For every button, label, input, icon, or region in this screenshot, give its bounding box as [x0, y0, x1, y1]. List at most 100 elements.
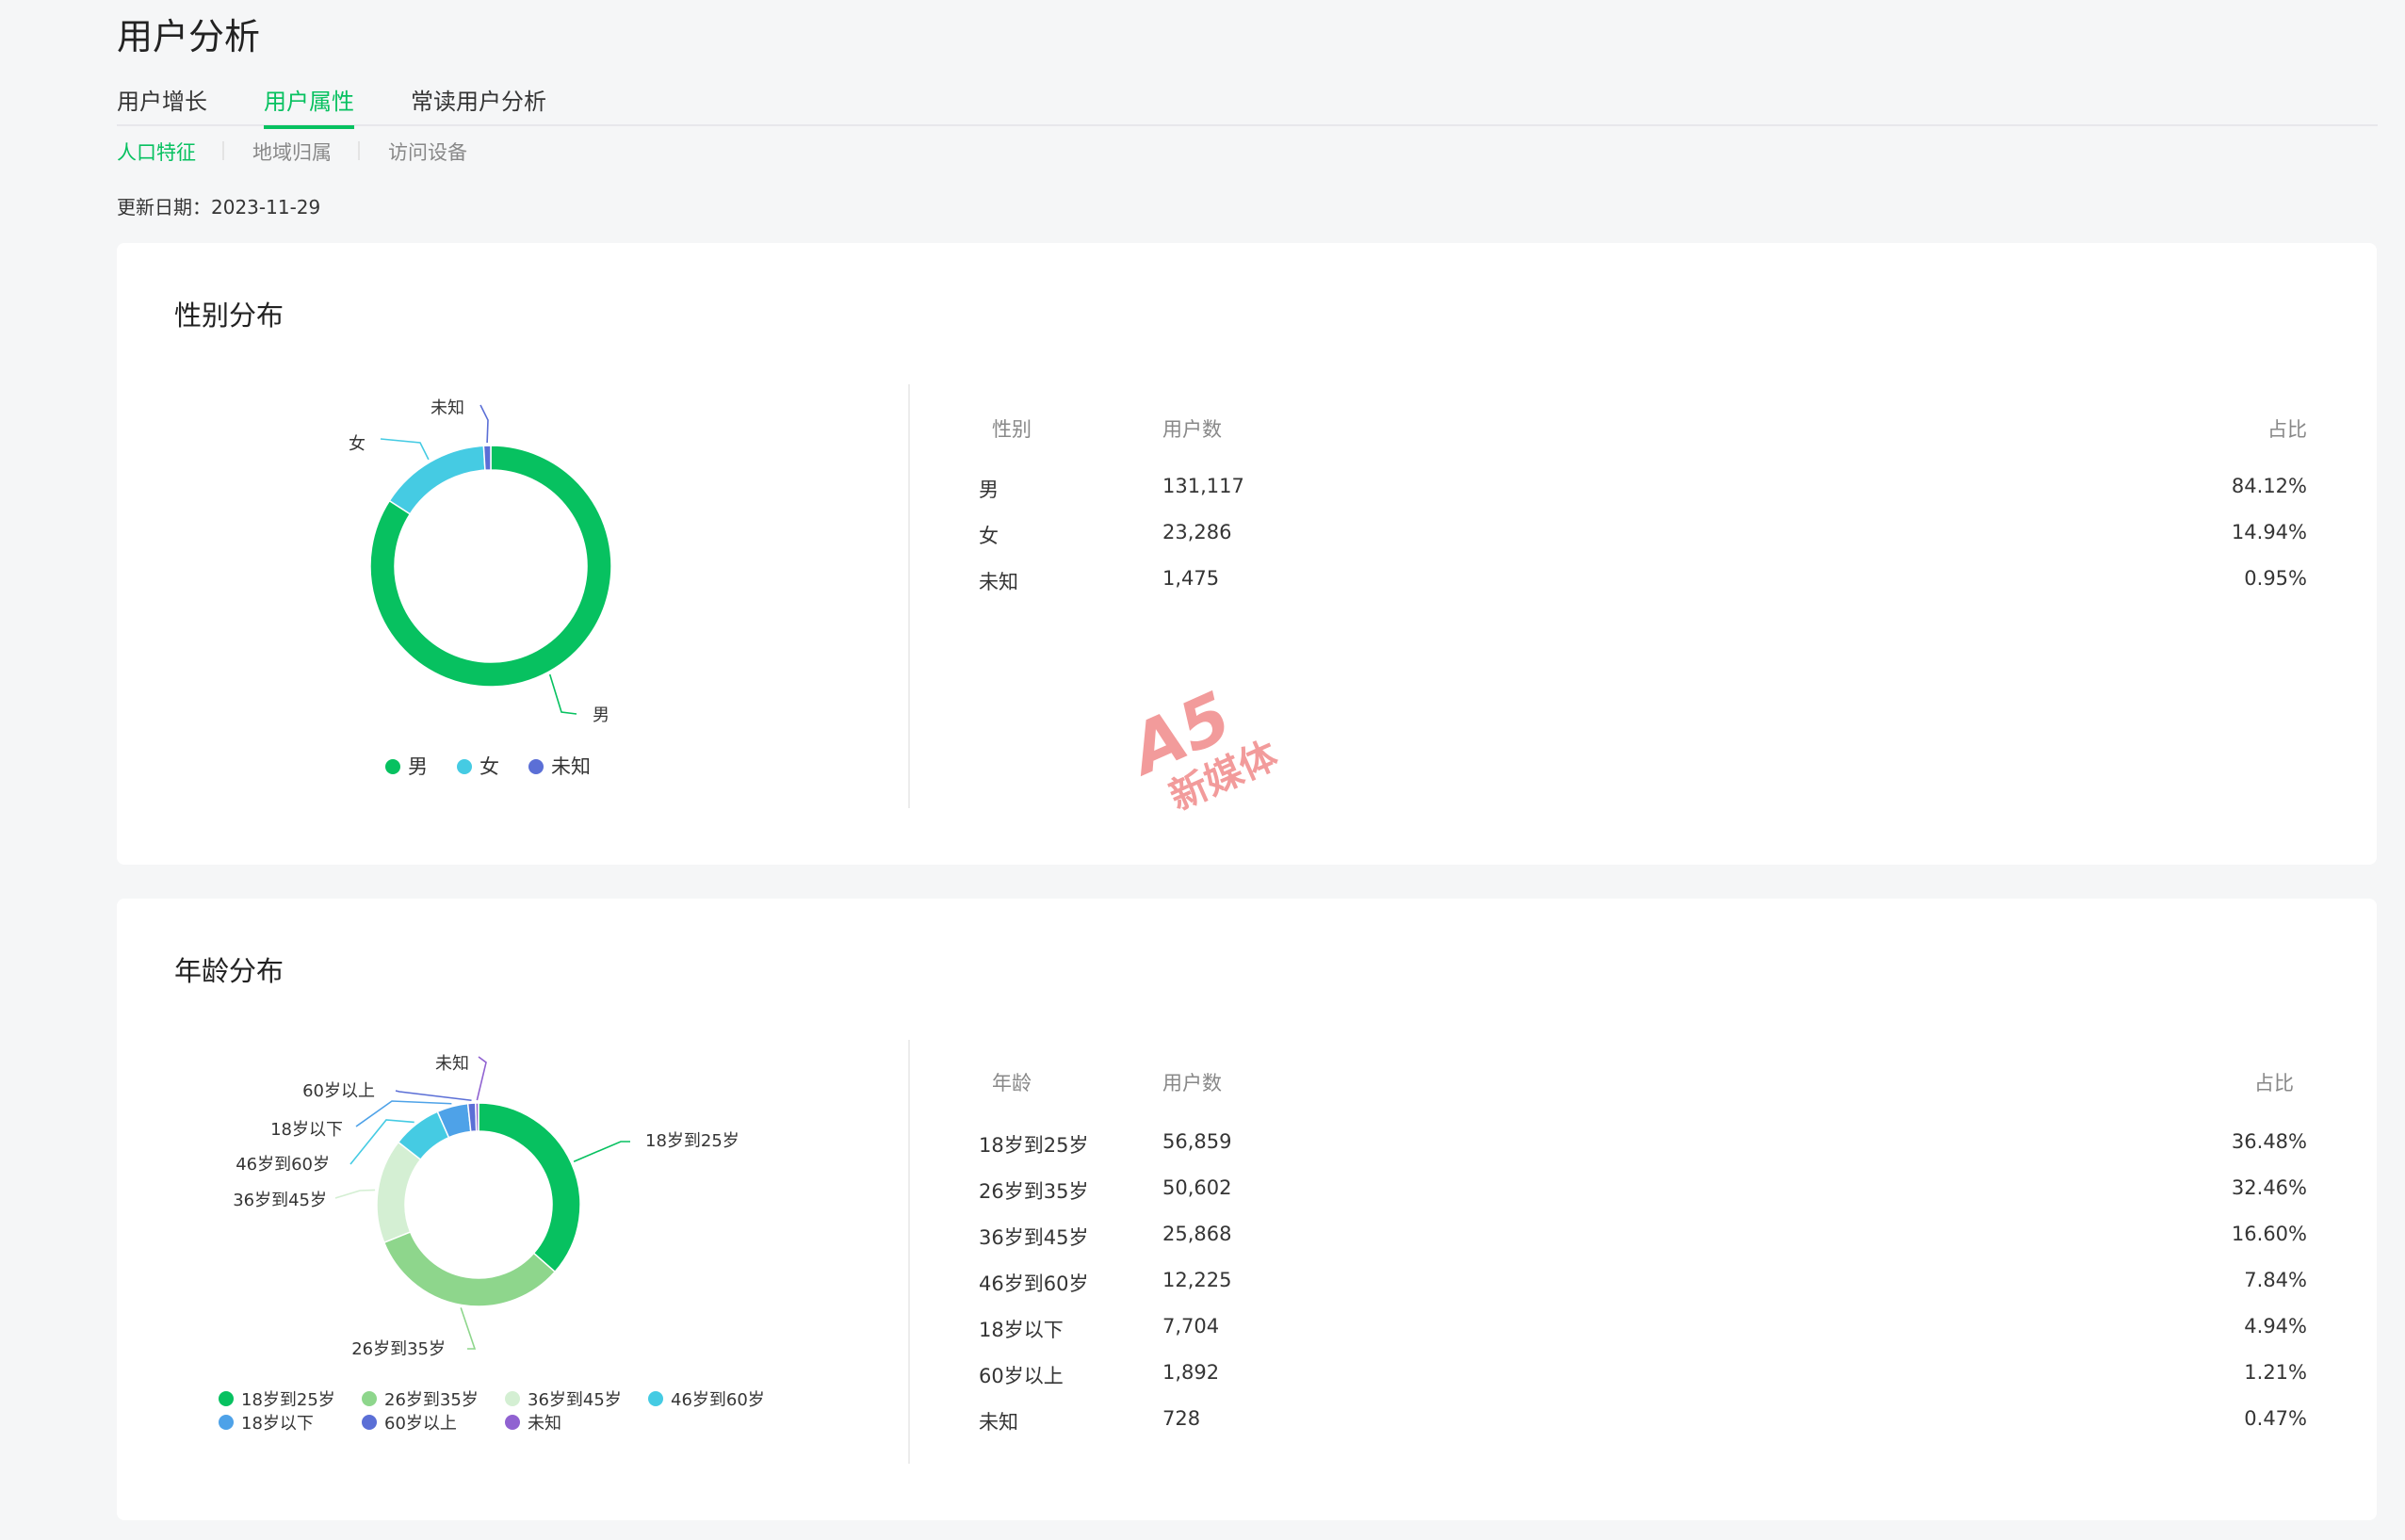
donut-slice[interactable]: [482, 445, 492, 471]
card-divider: [908, 384, 910, 808]
legend-item[interactable]: 18岁到25岁: [219, 1386, 335, 1411]
table-row: 18岁到25岁 56,859 36.48%: [979, 1130, 2307, 1159]
cell-users: 25,868: [1162, 1223, 1232, 1245]
gender-table: 性别 用户数 占比 男 131,117 84.12% 女 23,286 14.94% 未知 1…: [979, 414, 2307, 716]
subtab-devices[interactable]: 访问设备: [388, 138, 467, 166]
label-leader-line: [334, 1189, 376, 1199]
table-row: 36岁到45岁 25,868 16.60%: [979, 1223, 2307, 1251]
page-title: 用户分析: [117, 16, 261, 57]
slice-label: 60岁以上: [302, 1081, 375, 1101]
slice-label: 未知: [431, 398, 464, 418]
legend-item[interactable]: 未知: [505, 1410, 561, 1435]
legend-item[interactable]: 26岁到35岁: [362, 1386, 479, 1411]
main-tabs: 用户增长 用户属性 常读用户分析: [117, 83, 2378, 129]
table-header-ratio: 占比: [2254, 1072, 2294, 1094]
legend-item-male[interactable]: 男: [385, 752, 428, 780]
cell-users: 56,859: [1162, 1130, 1232, 1153]
table-row: 未知 1,475 0.95%: [979, 567, 2307, 595]
table-row: 46岁到60岁 12,225 7.84%: [979, 1269, 2307, 1297]
legend-item-unknown[interactable]: 未知: [528, 752, 591, 780]
cell-ratio: 14.94%: [2231, 521, 2307, 543]
legend-dot: [362, 1391, 377, 1406]
slice-label: 男: [593, 705, 609, 725]
subtab-demographics[interactable]: 人口特征: [117, 138, 196, 166]
cell-ratio: 4.94%: [2244, 1315, 2307, 1337]
cell-users: 1,892: [1162, 1361, 1220, 1384]
cell-category: 36岁到45岁: [979, 1226, 1089, 1249]
tab-user-attributes[interactable]: 用户属性: [264, 83, 354, 129]
cell-ratio: 0.95%: [2244, 567, 2307, 590]
update-date: 更新日期：2023-11-29: [117, 192, 320, 219]
subtab-region[interactable]: 地域归属: [252, 138, 332, 166]
table-row: 男 131,117 84.12%: [979, 475, 2307, 503]
tab-user-growth[interactable]: 用户增长: [117, 83, 207, 125]
cell-category: 未知: [979, 571, 1018, 593]
legend-dot: [362, 1415, 377, 1430]
slice-label: 36岁到45岁: [233, 1191, 327, 1210]
legend-label: 男: [408, 755, 428, 778]
legend-dot: [219, 1391, 234, 1406]
slice-label: 46岁到60岁: [236, 1155, 330, 1175]
cell-users: 7,704: [1162, 1315, 1220, 1337]
legend-label: 未知: [528, 1414, 561, 1434]
table-header-age: 年龄: [992, 1072, 1032, 1094]
cell-category: 26岁到35岁: [979, 1180, 1089, 1203]
legend-dot: [505, 1415, 520, 1430]
donut-slice[interactable]: [475, 1102, 479, 1132]
donut-slice[interactable]: [478, 1102, 581, 1273]
cell-category: 18岁以下: [979, 1319, 1064, 1341]
table-header-users: 用户数: [1162, 418, 1222, 441]
update-date-value: 2023-11-29: [211, 196, 321, 219]
legend-label: 60岁以上: [384, 1414, 457, 1434]
legend-label: 26岁到35岁: [384, 1390, 479, 1410]
label-leader-line: [380, 438, 430, 461]
legend-item[interactable]: 60岁以上: [362, 1410, 457, 1435]
donut-slice[interactable]: [388, 445, 486, 515]
legend-label: 18岁以下: [241, 1414, 314, 1434]
cell-ratio: 16.60%: [2231, 1223, 2307, 1245]
subtab-divider: [222, 141, 224, 160]
cell-users: 12,225: [1162, 1269, 1232, 1291]
slice-label: 18岁到25岁: [645, 1131, 739, 1151]
cell-category: 女: [979, 525, 999, 547]
cell-ratio: 84.12%: [2231, 475, 2307, 497]
cell-category: 46岁到60岁: [979, 1273, 1089, 1295]
table-row: 60岁以上 1,892 1.21%: [979, 1361, 2307, 1389]
legend-item-female[interactable]: 女: [457, 752, 499, 780]
legend-label: 18岁到25岁: [241, 1390, 335, 1410]
table-row: 18岁以下 7,704 4.94%: [979, 1315, 2307, 1343]
legend-dot: [505, 1391, 520, 1406]
tab-frequent-readers[interactable]: 常读用户分析: [411, 83, 546, 125]
legend-label: 36岁到45岁: [528, 1390, 622, 1410]
donut-slice[interactable]: [382, 1231, 557, 1307]
cell-ratio: 7.84%: [2244, 1269, 2307, 1291]
update-date-label: 更新日期：: [117, 196, 211, 219]
legend-item[interactable]: 18岁以下: [219, 1410, 314, 1435]
cell-users: 131,117: [1162, 475, 1244, 497]
legend-dot: [457, 759, 472, 774]
legend-item[interactable]: 46岁到60岁: [648, 1386, 765, 1411]
age-legend: 18岁到25岁 26岁到35岁 36岁到45岁 46岁到60岁 18岁以下 60岁以上 未知: [219, 1386, 803, 1439]
age-card: 年龄分布 18岁到25岁 26岁到35岁 36岁到45岁 46岁到60岁 18岁以下 60…: [117, 899, 2377, 1520]
card-divider: [908, 1040, 910, 1464]
table-row: 女 23,286 14.94%: [979, 521, 2307, 549]
slice-label: 女: [349, 434, 366, 454]
table-header-ratio: 占比: [2267, 418, 2307, 441]
legend-dot: [385, 759, 400, 774]
cell-users: 728: [1162, 1407, 1201, 1430]
cell-users: 50,602: [1162, 1176, 1232, 1199]
table-row: 未知 728 0.47%: [979, 1407, 2307, 1435]
legend-item[interactable]: 36岁到45岁: [505, 1386, 622, 1411]
label-leader-line: [476, 1056, 487, 1101]
donut-slice[interactable]: [376, 1141, 422, 1244]
cell-users: 1,475: [1162, 567, 1220, 590]
legend-label: 女: [479, 755, 499, 778]
label-leader-line: [548, 673, 577, 715]
legend-dot: [219, 1415, 234, 1430]
label-leader-line: [395, 1090, 472, 1102]
age-table: 年龄 用户数 占比 18岁到25岁 56,859 36.48% 26岁到35岁 50,6…: [979, 1068, 2307, 1464]
table-row: 26岁到35岁 50,602 32.46%: [979, 1176, 2307, 1205]
cell-category: 18岁到25岁: [979, 1134, 1089, 1157]
legend-label: 未知: [551, 755, 591, 778]
slice-label: 18岁以下: [270, 1120, 343, 1140]
